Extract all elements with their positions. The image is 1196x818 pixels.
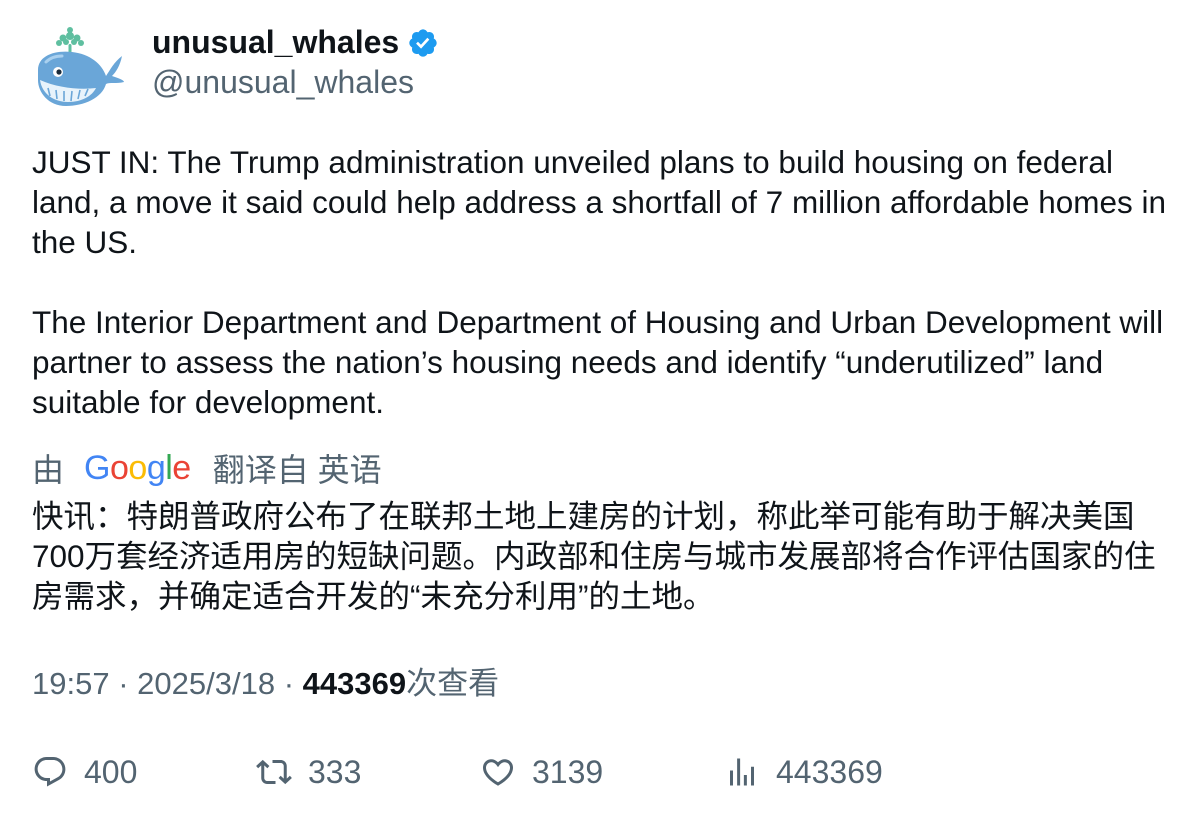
retweet-count: 333 [308,753,362,790]
author-display-name[interactable]: unusual_whales [152,22,399,62]
translation-attribution[interactable]: 由 Google 翻译自 英语 [32,446,382,490]
whale-avatar-icon[interactable] [32,26,126,112]
translation-prefix: 由 [32,452,65,488]
retweet-button[interactable]: 333 [256,752,361,792]
like-button[interactable]: 3139 [480,752,603,792]
views-action-count: 443369 [776,753,883,790]
views-label: 次查看 [406,666,500,701]
google-logo-icon: Google [84,449,191,487]
tweet-metadata: 19:57 · 2025/3/18 · 443369次查看 [32,664,499,704]
retweet-icon [256,759,292,785]
reply-icon [34,757,66,787]
heart-icon [482,759,514,786]
tweet-time[interactable]: 19:57 [32,666,110,701]
translated-tweet-text: 快讯：特朗普政府公布了在联邦土地上建房的计划，称此举可能有助于解决美国700万套… [32,498,1156,614]
reply-count: 400 [84,753,138,790]
like-count: 3139 [532,753,604,790]
meta-separator: · [118,666,129,701]
views-button[interactable]: 443369 [724,752,883,792]
meta-separator: · [283,666,295,701]
tweet-text: JUST IN: The Trump administration unveil… [32,144,1167,420]
analytics-icon [730,758,754,786]
author-handle[interactable]: @unusual_whales [152,62,414,102]
verified-badge-icon[interactable] [407,27,439,59]
views-count: 443369 [302,666,407,701]
translation-source-label: 翻译自 英语 [212,452,382,488]
reply-button[interactable]: 400 [32,752,137,792]
tweet-date[interactable]: 2025/3/18 [137,666,275,701]
